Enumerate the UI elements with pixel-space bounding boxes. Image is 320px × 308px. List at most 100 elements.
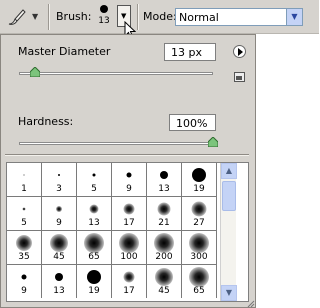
options-bar: ▼ Brush: 13 ▼ Mode: Normal ▼ (0, 0, 319, 40)
chevron-down-icon[interactable]: ▼ (286, 9, 302, 25)
brush-preset-cell[interactable]: 17 (112, 265, 146, 298)
panel-divider (5, 154, 249, 156)
master-diameter-input[interactable]: 13 px (164, 43, 216, 61)
mode-select[interactable]: Normal ▼ (175, 8, 303, 26)
presets-scrollbar[interactable]: ▲ ▼ (220, 163, 237, 301)
hard-brush-tip-icon (58, 174, 60, 176)
brush-preset-cell[interactable]: 65 (77, 231, 111, 264)
brush-preset-label: 9 (21, 286, 27, 296)
brush-picker-panel: Master Diameter 13 px Hardness: 100% 135… (0, 34, 256, 308)
brush-preset-label: 100 (120, 252, 138, 262)
brush-preset-cell[interactable]: 45 (42, 231, 76, 264)
brush-preset-label: 9 (56, 218, 62, 228)
resize-grip-icon[interactable] (247, 300, 255, 308)
master-diameter-label: Master Diameter (18, 45, 111, 58)
soft-brush-tip-icon (56, 206, 62, 212)
hardness-slider-track[interactable] (19, 142, 215, 145)
hardness-value: 100% (176, 117, 208, 130)
brush-preset-label: 300 (190, 252, 208, 262)
toolbar-separator (48, 4, 50, 30)
brush-label: Brush: (56, 10, 92, 23)
brush-preset-label: 200 (155, 252, 173, 262)
brush-preset-cell[interactable]: 13 (42, 265, 76, 298)
soft-brush-tip-icon (123, 203, 135, 215)
scroll-up-icon[interactable]: ▲ (221, 163, 237, 179)
brush-preset-cell[interactable]: 5 (77, 163, 111, 196)
brush-preset-cell[interactable]: 45 (147, 265, 181, 298)
brush-preset-label: 13 (158, 184, 170, 194)
brush-preset-label: 17 (123, 218, 135, 228)
brush-preset-cell[interactable]: 3 (42, 163, 76, 196)
brush-preset-label: 21 (158, 218, 170, 228)
soft-brush-tip-icon (50, 234, 68, 252)
hard-brush-tip-icon (126, 172, 132, 178)
brush-tool-icon[interactable] (6, 7, 28, 27)
brush-preset-cell[interactable]: 13 (77, 197, 111, 230)
brush-preset-cell[interactable]: 27 (182, 197, 216, 230)
brush-preset-label: 19 (88, 286, 100, 296)
brush-preset-label: 65 (193, 286, 205, 296)
soft-brush-tip-icon (16, 235, 32, 251)
scroll-down-icon[interactable]: ▼ (221, 285, 237, 301)
brush-preset-label: 17 (123, 286, 135, 296)
hardness-slider-thumb[interactable] (208, 137, 218, 147)
hardness-input[interactable]: 100% (169, 114, 216, 131)
hard-brush-tip-icon (192, 168, 206, 182)
hardness-label: Hardness: (18, 115, 74, 128)
brush-preset-cell[interactable]: 9 (42, 197, 76, 230)
master-diameter-value: 13 px (171, 46, 202, 59)
brush-preset-label: 35 (18, 252, 30, 262)
soft-brush-tip-icon (123, 271, 135, 283)
brush-preset-cell[interactable]: 200 (147, 231, 181, 264)
brush-preset-cell[interactable]: 1 (7, 163, 41, 196)
chevron-down-icon: ▼ (121, 12, 127, 20)
brush-preset-cell[interactable]: 21 (147, 197, 181, 230)
brush-preset-cell[interactable]: 9 (112, 163, 146, 196)
soft-brush-tip-icon (84, 233, 104, 253)
brush-preset-cell[interactable]: 17 (112, 197, 146, 230)
brush-preset-label: 65 (88, 252, 100, 262)
new-preset-icon[interactable] (234, 72, 245, 82)
brush-preset-cell[interactable]: 35 (7, 231, 41, 264)
brush-preset-label: 3 (56, 184, 62, 194)
brush-preset-cell[interactable]: 5 (7, 197, 41, 230)
brush-presets-grid: 1 3 5 9 13 19 5 9 13 17 21 27 35 45 65 100 200 300 9 13 19 17… (7, 163, 217, 298)
panel-menu-button[interactable] (233, 45, 246, 58)
brush-preset-label: 13 (53, 286, 65, 296)
brush-preset-label: 1 (21, 184, 27, 194)
brush-preset-cell[interactable]: 19 (77, 265, 111, 298)
hard-brush-tip-icon (21, 274, 27, 280)
brush-preset-cell[interactable]: 9 (7, 265, 41, 298)
soft-brush-tip-icon (119, 233, 139, 253)
mode-label: Mode: (143, 10, 177, 23)
brush-size-label: 13 (98, 16, 110, 26)
brush-preset-label: 5 (91, 184, 97, 194)
brush-preset-label: 9 (126, 184, 132, 194)
tool-preset-dropdown-icon[interactable]: ▼ (32, 12, 38, 21)
mode-value: Normal (179, 11, 219, 24)
soft-brush-tip-icon (155, 268, 173, 286)
brush-preview[interactable]: 13 (96, 5, 112, 26)
master-diameter-slider-track[interactable] (19, 72, 213, 75)
brush-presets-list: 1 3 5 9 13 19 5 9 13 17 21 27 35 45 65 100 200 300 9 13 19 17… (6, 162, 249, 302)
soft-brush-tip-icon (189, 233, 209, 253)
soft-brush-tip-icon (191, 201, 207, 217)
scrollbar-thumb[interactable] (222, 181, 236, 211)
hard-brush-tip-icon (87, 270, 101, 284)
soft-brush-tip-icon (189, 267, 209, 287)
toolbar-separator (137, 4, 139, 30)
brush-preset-cell[interactable]: 100 (112, 231, 146, 264)
brush-preset-cell[interactable]: 300 (182, 231, 216, 264)
brush-preset-label: 13 (88, 218, 100, 228)
soft-brush-tip-icon (89, 204, 99, 214)
master-diameter-slider-thumb[interactable] (29, 67, 40, 77)
soft-brush-tip-icon (22, 207, 26, 211)
brush-tip-preview (100, 5, 108, 13)
brush-preset-label: 5 (21, 218, 27, 228)
brush-preset-cell[interactable]: 19 (182, 163, 216, 196)
hard-brush-tip-icon (23, 174, 25, 176)
canvas-background (256, 34, 319, 308)
brush-preset-label: 19 (193, 184, 205, 194)
brush-preset-cell[interactable]: 65 (182, 265, 216, 298)
brush-preset-cell[interactable]: 13 (147, 163, 181, 196)
